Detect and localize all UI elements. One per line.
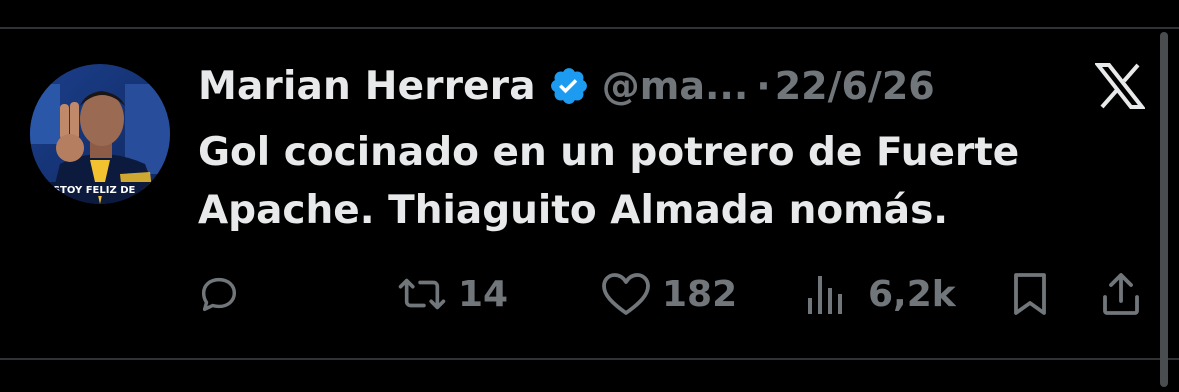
- retweet-button[interactable]: 14: [396, 268, 508, 320]
- retweet-icon: [396, 271, 448, 317]
- views-button[interactable]: 6,2k: [806, 268, 956, 320]
- tweet-text-line-2: Apache. Thiaguito Almada nomás.: [198, 188, 949, 233]
- share-icon: [1101, 271, 1141, 317]
- share-button[interactable]: [1101, 268, 1141, 320]
- like-count: 182: [662, 273, 738, 315]
- tweet-date[interactable]: 22/6/26: [775, 64, 935, 108]
- tweet-text: Gol cocinado en un potrero de Fuerte Apa…: [198, 124, 1098, 240]
- avatar[interactable]: ESTOY FELIZ DE: [30, 64, 170, 204]
- author-name[interactable]: Marian Herrera: [198, 64, 536, 109]
- bookmark-icon: [1012, 271, 1048, 317]
- views-icon: [806, 272, 850, 316]
- bookmark-button[interactable]: [1012, 268, 1048, 320]
- reply-icon: [196, 271, 242, 317]
- reply-button[interactable]: [196, 268, 252, 320]
- retweet-count: 14: [458, 273, 509, 315]
- heart-icon: [600, 271, 652, 317]
- verified-badge-icon: [548, 65, 590, 107]
- x-logo-icon[interactable]: [1093, 63, 1147, 109]
- scrollbar[interactable]: [1160, 32, 1168, 387]
- top-divider: [0, 27, 1179, 29]
- tweet-header: Marian Herrera @ma... · 22/6/26: [198, 58, 935, 114]
- like-button[interactable]: 182: [600, 268, 737, 320]
- bottom-divider: [0, 358, 1179, 360]
- author-handle[interactable]: @ma...: [602, 64, 749, 108]
- tweet-text-line-1: Gol cocinado en un potrero de Fuerte: [198, 130, 1020, 175]
- avatar-image: ESTOY FELIZ DE: [30, 64, 170, 204]
- avatar-caption: ESTOY FELIZ DE: [46, 185, 136, 196]
- header-separator: ·: [756, 64, 771, 108]
- views-count: 6,2k: [868, 273, 956, 315]
